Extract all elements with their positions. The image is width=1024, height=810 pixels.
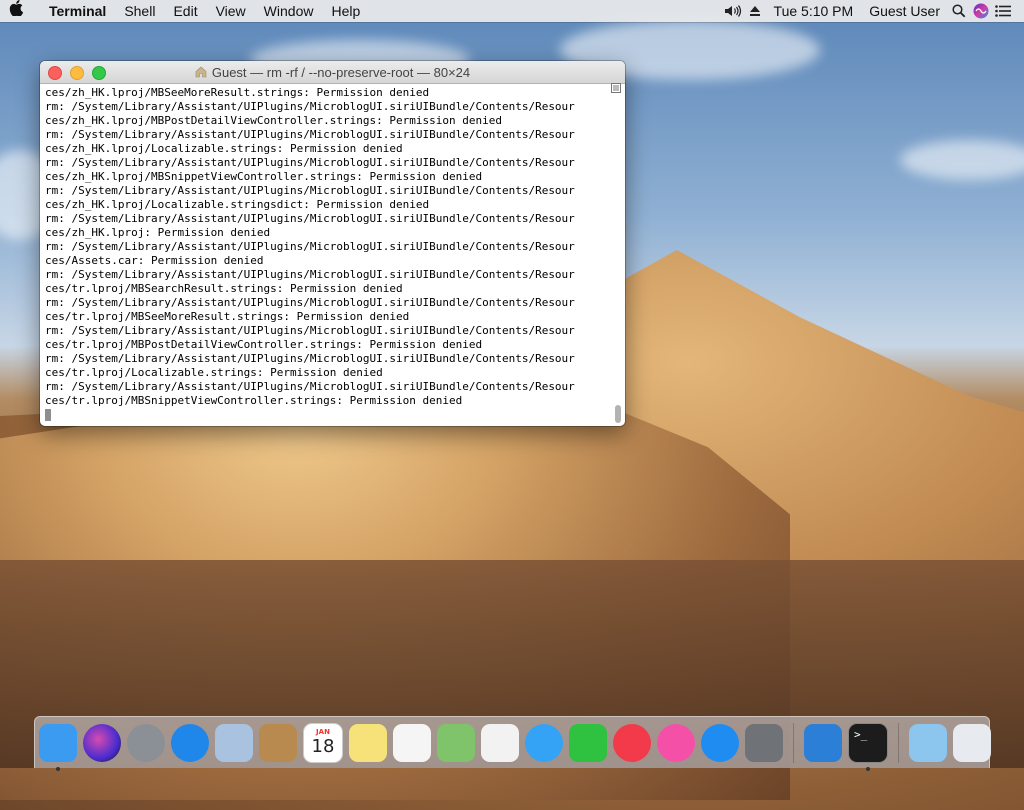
photos-icon[interactable]	[481, 723, 519, 762]
prompt-line[interactable]	[45, 408, 625, 422]
fast-user-switch[interactable]: Guest User	[861, 0, 948, 22]
finder-icon[interactable]	[39, 723, 77, 771]
menu-view[interactable]: View	[207, 0, 255, 22]
launchpad-icon[interactable]	[127, 723, 165, 762]
terminal-line: rm: /System/Library/Assistant/UIPlugins/…	[45, 184, 575, 197]
menu-window[interactable]: Window	[255, 0, 323, 22]
menu-help[interactable]: Help	[322, 0, 369, 22]
terminal-line: rm: /System/Library/Assistant/UIPlugins/…	[45, 240, 575, 253]
menu-edit[interactable]: Edit	[164, 0, 206, 22]
calendar-icon[interactable]: JAN 18	[303, 722, 343, 763]
terminal-window[interactable]: Guest — rm -rf / --no-preserve-root — 80…	[40, 61, 625, 426]
reminders-icon[interactable]	[393, 723, 431, 762]
terminal-line: ces/zh_HK.lproj/MBSnippetViewController.…	[45, 170, 483, 183]
terminal-line: ces/tr.lproj/MBSnippetViewController.str…	[45, 394, 463, 407]
home-folder-icon	[195, 66, 207, 78]
terminal-output[interactable]: ces/zh_HK.lproj/MBSeeMoreResult.strings:…	[40, 84, 625, 426]
eject-icon[interactable]	[744, 0, 766, 22]
dock-separator	[793, 722, 794, 763]
terminal-line: rm: /System/Library/Assistant/UIPlugins/…	[45, 296, 575, 309]
app-store-icon[interactable]	[701, 723, 739, 762]
terminal-line: ces/zh_HK.lproj/Localizable.strings: Per…	[45, 142, 403, 155]
terminal-line: ces/zh_HK.lproj/MBSeeMoreResult.strings:…	[45, 86, 430, 99]
menu-bar: Terminal Shell Edit View Window Help Tue…	[0, 0, 1024, 22]
window-manager-icon[interactable]	[804, 723, 842, 762]
search-icon[interactable]	[948, 0, 970, 22]
vertical-scrollbar[interactable]	[615, 405, 621, 423]
terminal-line: ces/tr.lproj/MBSearchResult.strings: Per…	[45, 282, 403, 295]
terminal-line: ces/tr.lproj/MBSeeMoreResult.strings: Pe…	[45, 310, 410, 323]
text-cursor	[45, 409, 51, 421]
terminal-line: rm: /System/Library/Assistant/UIPlugins/…	[45, 128, 575, 141]
facetime-icon[interactable]	[569, 723, 607, 762]
notification-center-icon[interactable]	[992, 0, 1014, 22]
app-menu-terminal[interactable]: Terminal	[40, 0, 115, 22]
siri-icon[interactable]	[970, 0, 992, 22]
maps-icon[interactable]	[437, 723, 475, 762]
system-preferences-icon[interactable]	[745, 723, 783, 762]
running-indicator	[866, 766, 870, 771]
terminal-line: rm: /System/Library/Assistant/UIPlugins/…	[45, 380, 575, 393]
terminal-line: ces/tr.lproj/Localizable.strings: Permis…	[45, 366, 383, 379]
siri-icon[interactable]	[83, 723, 121, 762]
terminal-prompt-glyph: >_	[854, 727, 868, 741]
trash-icon[interactable]	[953, 723, 991, 762]
terminal-line: rm: /System/Library/Assistant/UIPlugins/…	[45, 212, 575, 225]
downloads-folder-icon[interactable]	[909, 723, 947, 762]
menubar-clock[interactable]: Tue 5:10 PM	[766, 0, 862, 22]
dock-separator	[898, 722, 899, 763]
close-button[interactable]	[48, 66, 62, 80]
window-titlebar[interactable]: Guest — rm -rf / --no-preserve-root — 80…	[40, 61, 625, 84]
notes-icon[interactable]	[349, 723, 387, 762]
zoom-button[interactable]	[92, 66, 106, 80]
terminal-icon[interactable]: >_	[848, 722, 888, 771]
apple-icon[interactable]	[0, 0, 40, 23]
terminal-line: ces/zh_HK.lproj/MBPostDetailViewControll…	[45, 114, 502, 127]
minimize-button[interactable]	[70, 66, 84, 80]
calendar-day: 18	[311, 736, 335, 757]
terminal-line: rm: /System/Library/Assistant/UIPlugins/…	[45, 324, 575, 337]
terminal-line: rm: /System/Library/Assistant/UIPlugins/…	[45, 268, 575, 281]
menu-shell[interactable]: Shell	[115, 0, 164, 22]
terminal-line: ces/Assets.car: Permission denied	[45, 254, 264, 267]
window-title: Guest — rm -rf / --no-preserve-root — 80…	[211, 64, 471, 80]
dock: JAN 18 >_	[34, 716, 991, 771]
mail-icon[interactable]	[215, 723, 253, 762]
terminal-line: rm: /System/Library/Assistant/UIPlugins/…	[45, 100, 575, 113]
safari-icon[interactable]	[171, 723, 209, 762]
terminal-line: ces/tr.lproj/MBPostDetailViewController.…	[45, 338, 483, 351]
news-icon[interactable]	[613, 723, 651, 762]
messages-icon[interactable]	[525, 723, 563, 762]
terminal-line: rm: /System/Library/Assistant/UIPlugins/…	[45, 352, 575, 365]
terminal-line: ces/zh_HK.lproj: Permission denied	[45, 226, 271, 239]
terminal-line: rm: /System/Library/Assistant/UIPlugins/…	[45, 156, 575, 169]
terminal-line: ces/zh_HK.lproj/Localizable.stringsdict:…	[45, 198, 430, 211]
running-indicator	[56, 766, 60, 771]
contacts-icon[interactable]	[259, 723, 297, 762]
volume-icon[interactable]	[722, 0, 744, 22]
itunes-icon[interactable]	[657, 723, 695, 762]
